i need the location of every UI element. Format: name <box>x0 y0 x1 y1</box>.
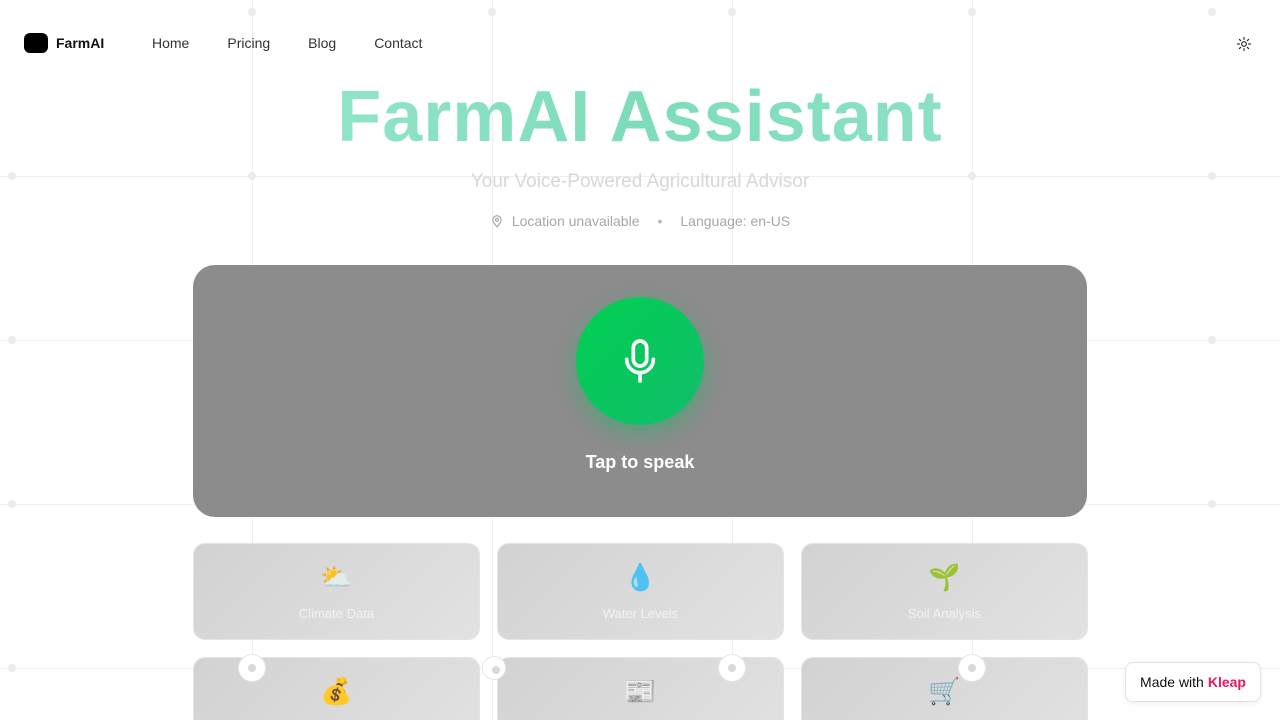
made-with-kleap-badge[interactable]: Made with Kleap <box>1125 662 1261 702</box>
feature-card-label: Soil Analysis <box>908 606 981 621</box>
newspaper-icon: 📰 <box>624 676 657 706</box>
sun-cloud-icon: ⛅ <box>320 562 353 592</box>
badge-prefix: Made with <box>1140 674 1204 690</box>
feature-card-soil-analysis[interactable]: 🌱 Soil Analysis <box>801 543 1088 640</box>
badge-brand: Kleap <box>1207 674 1246 690</box>
status-row: Location unavailable • Language: en-US <box>0 213 1280 229</box>
nav-links: Home Pricing Blog Contact <box>152 35 422 51</box>
feature-card-water-levels[interactable]: 💧 Water Levels <box>497 543 784 640</box>
feature-card-label: Water Levels <box>602 606 679 621</box>
feature-card-market-prices[interactable]: 💰 <box>193 657 480 720</box>
nav-link-pricing[interactable]: Pricing <box>227 35 270 51</box>
nav-link-blog[interactable]: Blog <box>308 35 336 51</box>
brand-logo-link[interactable]: FarmAI <box>24 33 104 53</box>
grid-node <box>239 655 265 681</box>
grid-node <box>719 655 745 681</box>
money-bag-icon: 💰 <box>320 676 353 706</box>
microphone-icon <box>624 339 656 383</box>
language-status: Language: en-US <box>680 213 791 229</box>
tap-to-speak-label: Tap to speak <box>585 452 695 472</box>
microphone-button[interactable] <box>576 297 704 425</box>
theme-toggle-button[interactable] <box>1234 34 1254 54</box>
shopping-cart-icon: 🛒 <box>928 676 961 706</box>
voice-input-panel: Tap to speak <box>193 265 1087 517</box>
feature-card-marketplace[interactable]: 🛒 <box>801 657 1088 720</box>
separator-dot: • <box>657 213 663 229</box>
sun-icon <box>1237 37 1251 51</box>
nav-link-home[interactable]: Home <box>152 35 189 51</box>
brand-name: FarmAI <box>56 35 105 51</box>
grid-node <box>959 655 985 681</box>
page-title: FarmAI Assistant <box>0 76 1280 158</box>
feature-card-climate-data[interactable]: ⛅ Climate Data <box>193 543 480 640</box>
top-navigation: FarmAI Home Pricing Blog Contact <box>0 0 1280 86</box>
grid-node <box>483 657 505 679</box>
water-drop-icon: 💧 <box>624 562 657 592</box>
feature-card-label: Climate Data <box>298 606 375 621</box>
seedling-icon: 🌱 <box>928 562 961 592</box>
nav-link-contact[interactable]: Contact <box>374 35 422 51</box>
map-pin-icon <box>492 215 502 228</box>
page-subtitle: Your Voice-Powered Agricultural Advisor <box>470 171 810 192</box>
location-text: Location unavailable <box>511 213 640 229</box>
brand-logo-icon <box>24 33 48 53</box>
location-status: Location unavailable <box>490 213 640 229</box>
